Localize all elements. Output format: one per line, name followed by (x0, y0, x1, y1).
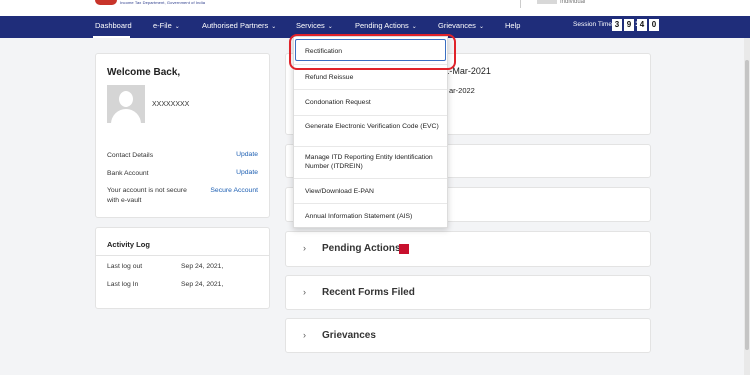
nav-services[interactable]: Services ⌄ (296, 21, 333, 30)
last-logout-value: Sep 24, 2021, (181, 263, 224, 270)
nav-grievances[interactable]: Grievances ⌄ (438, 21, 484, 30)
recent-forms-title: Recent Forms Filed (322, 287, 415, 298)
nav-dashboard[interactable]: Dashboard (95, 21, 132, 30)
menu-item-ais[interactable]: Annual Information Statement (AIS) (294, 204, 447, 229)
session-digit: 0 (649, 19, 659, 31)
pending-actions-accordion[interactable]: › Pending Actions (285, 231, 651, 267)
activity-log-title: Activity Log (107, 240, 150, 249)
user-silhouette-icon (119, 91, 133, 107)
alert-flag-icon (399, 244, 409, 254)
header-divider (520, 0, 521, 8)
contact-details-label: Contact Details (107, 152, 154, 159)
session-time-label: Session Time (573, 21, 613, 28)
divider (96, 255, 269, 256)
menu-item-manage-itdrein[interactable]: Manage ITD Reporting Entity Identificati… (294, 147, 447, 179)
menu-item-condonation-request[interactable]: Condonation Request (294, 90, 447, 116)
chevron-right-icon: › (303, 287, 306, 297)
rectification-highlight-annotation (289, 34, 456, 70)
chevron-down-icon: ⌄ (411, 24, 417, 30)
emblem-text: Income Tax Department, Government of Ind… (120, 0, 206, 5)
chevron-down-icon: ⌄ (327, 24, 333, 30)
last-login-label: Last log In (107, 281, 139, 288)
nav-efile[interactable]: e-File ⌄ (153, 21, 180, 30)
recent-forms-accordion[interactable]: › Recent Forms Filed (285, 275, 651, 310)
top-header: Income Tax Department, Government of Ind… (0, 0, 750, 16)
welcome-title: Welcome Back, (107, 67, 181, 78)
session-digit: 4 (637, 19, 647, 31)
nav-help[interactable]: Help (505, 21, 520, 30)
chevron-down-icon: ⌄ (271, 24, 277, 30)
nav-authorised-partners[interactable]: Authorised Partners ⌄ (202, 21, 276, 30)
last-logout-label: Last log out (107, 263, 143, 270)
filing-date-2: ar-2022 (449, 86, 475, 95)
last-login-value: Sep 24, 2021, (181, 281, 224, 288)
username: XXXXXXXX (152, 101, 190, 108)
user-type-placeholder (537, 0, 557, 4)
contact-update-link[interactable]: Update (236, 151, 258, 158)
session-digit: 3 (612, 19, 622, 31)
emblem-logo (95, 0, 117, 5)
chevron-down-icon: ⌄ (174, 24, 180, 30)
welcome-card: Welcome Back, XXXXXXXX Contact Details U… (95, 53, 270, 218)
grievances-accordion[interactable]: › Grievances (285, 318, 651, 353)
scrollbar-thumb[interactable] (745, 60, 749, 350)
bank-update-link[interactable]: Update (236, 169, 258, 176)
grievances-title: Grievances (322, 330, 376, 341)
bank-account-label: Bank Account (107, 170, 149, 177)
session-digit: 9 (624, 19, 634, 31)
evault-status-label: Your account is not secure with e-vault (107, 187, 187, 204)
menu-item-generate-evc[interactable]: Generate Electronic Verification Code (E… (294, 116, 447, 147)
chevron-right-icon: › (303, 330, 306, 340)
pending-actions-title: Pending Actions (322, 243, 401, 254)
avatar (107, 85, 145, 123)
nav-pending-actions[interactable]: Pending Actions ⌄ (355, 21, 417, 30)
chevron-right-icon: › (303, 243, 306, 253)
activity-log-card: Activity Log Last log out Sep 24, 2021, … (95, 227, 270, 309)
chevron-down-icon: ⌄ (478, 24, 484, 30)
user-type-label: Individual (560, 0, 586, 5)
secure-account-link[interactable]: Secure Account (210, 187, 258, 194)
menu-item-download-epan[interactable]: View/Download E-PAN (294, 179, 447, 204)
